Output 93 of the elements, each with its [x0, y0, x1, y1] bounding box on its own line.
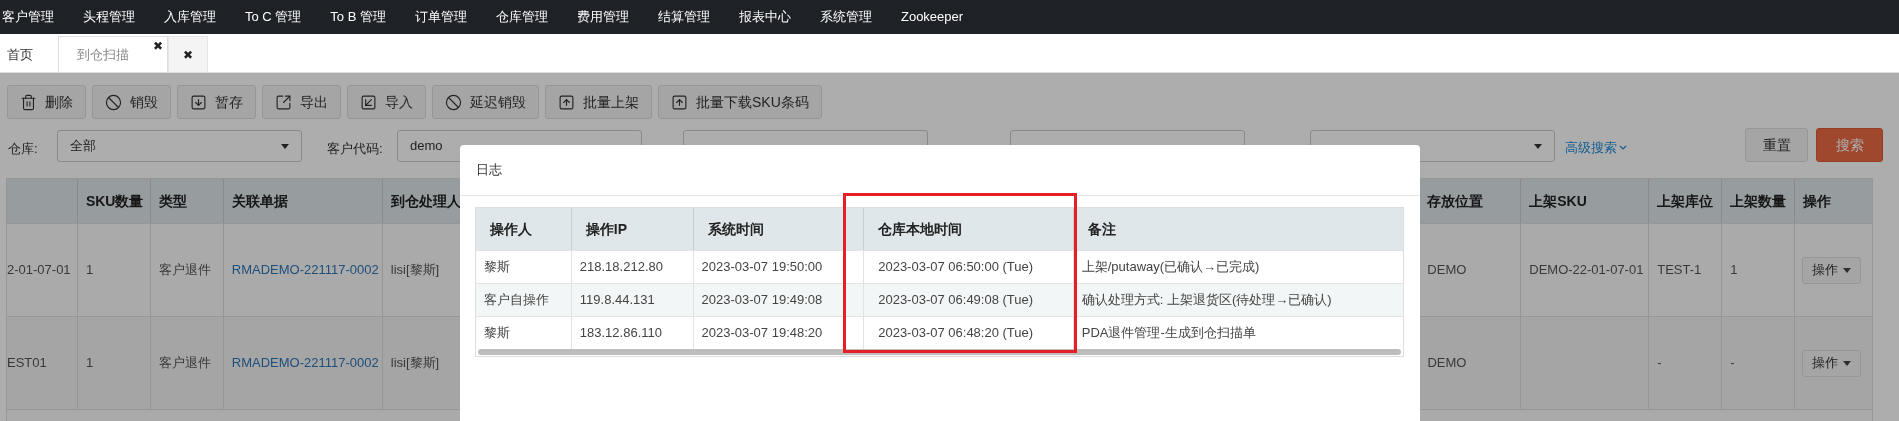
column-header: 到仓处理人: [390, 191, 461, 211]
table-cell-text: DEMO: [1427, 354, 1467, 373]
toolbar-button[interactable]: 删除: [7, 85, 86, 119]
chevron-icon: [1619, 144, 1627, 151]
nav-item[interactable]: 报表中心: [738, 7, 791, 27]
tab-label: 首页: [7, 45, 33, 64]
table-cell-text: 1: [85, 354, 94, 373]
close-icon[interactable]: ✖: [153, 40, 163, 52]
column-header: 操作人: [490, 219, 532, 239]
table-cell-text: 客户退件: [158, 354, 211, 373]
table-cell-text: 2023-03-07 06:50:00 (Tue): [878, 258, 1034, 277]
close-icon[interactable]: ✖: [183, 48, 193, 61]
toolbar-button[interactable]: 批量下载SKU条码: [658, 85, 822, 119]
caret-icon: [281, 143, 289, 149]
nav-item[interactable]: 费用管理: [576, 7, 629, 27]
table-cell-text: 183.12.86.110: [579, 324, 662, 343]
table-cell-text: 客户退件: [158, 261, 211, 280]
tab-label: 到仓扫描: [77, 45, 129, 64]
table-cell-text: 2023-03-07 19:48:20: [701, 324, 823, 343]
table-cell-text: 2023-03-07 06:48:20 (Tue): [878, 324, 1034, 343]
table-cell-text: 上架/putaway(已确认→已完成): [1081, 258, 1260, 277]
export-icon: [275, 93, 292, 111]
nav-item[interactable]: 客户管理: [2, 7, 54, 27]
table-cell-text: 黎斯: [484, 258, 510, 277]
toolbar-button[interactable]: 延迟销毁: [432, 85, 539, 119]
table-cell-text: 1: [1730, 261, 1738, 280]
table-cell-text: EST01: [7, 354, 47, 373]
column-header: 存放位置: [1427, 191, 1484, 211]
table-cell-text: 218.18.212.80: [579, 258, 663, 277]
field-label: 客户代码:: [327, 140, 383, 158]
toolbar-button[interactable]: 暂存: [177, 85, 256, 119]
order-link[interactable]: RMADEMO-221117-0002: [231, 353, 379, 373]
trash-icon: [20, 93, 37, 111]
column-header: 关联单据: [231, 191, 288, 211]
table-cell-text: 客户自操作: [484, 291, 549, 310]
action-dropdown-button[interactable]: 操作: [1802, 256, 1862, 284]
upload-icon: [558, 93, 575, 111]
toolbar-button[interactable]: 批量上架: [545, 85, 652, 119]
caret-icon: [1843, 360, 1852, 366]
warehouse-select[interactable]: 全部: [57, 130, 302, 162]
reset-button[interactable]: 重置: [1745, 128, 1808, 162]
toolbar-button[interactable]: 销毁: [92, 85, 171, 119]
table-cell-text: lisi[黎斯]: [390, 261, 440, 280]
table-cell-text: -: [1730, 354, 1735, 373]
column-header: 备注: [1087, 219, 1116, 239]
column-header: 操作IP: [585, 219, 628, 239]
action-dropdown-button[interactable]: 操作: [1802, 349, 1862, 377]
column-header: 系统时间: [707, 219, 764, 239]
nav-item[interactable]: 入库管理: [164, 7, 216, 27]
dialog-title: 日志: [476, 161, 502, 180]
table-cell-text: PDA退件管理-生成到仓扫描单: [1081, 324, 1256, 343]
order-link[interactable]: RMADEMO-221117-0002: [231, 260, 379, 280]
nav-item[interactable]: 系统管理: [819, 7, 872, 27]
column-header: SKU数量: [85, 191, 144, 211]
table-cell-text: 2023-03-07 19:50:00: [701, 258, 823, 277]
scrollbar[interactable]: [478, 349, 1401, 355]
table-cell-text: 2023-03-07 19:49:08: [701, 291, 823, 310]
table-cell-text: 1: [85, 261, 94, 280]
page-tab[interactable]: ✖: [168, 36, 208, 72]
column-header: 上架SKU: [1529, 191, 1587, 211]
upload-icon: [671, 93, 688, 111]
table-cell-text: DEMO-22-01-07-01: [1529, 261, 1644, 280]
table-cell-text: 119.8.44.131: [579, 291, 655, 310]
nav-item[interactable]: Zookeeper: [900, 7, 964, 27]
table-cell-text: 2023-03-07 06:49:08 (Tue): [878, 291, 1034, 310]
table-cell-text: DEMO: [1427, 261, 1467, 280]
column-header: 仓库本地时间: [878, 219, 963, 239]
toolbar-button[interactable]: 导出: [262, 85, 341, 119]
toolbar-button[interactable]: 导入: [347, 85, 426, 119]
field-label: 仓库:: [8, 140, 38, 158]
table-cell-text: lisi[黎斯]: [390, 354, 440, 373]
table-cell-text: 2-01-07-01: [7, 261, 71, 280]
ban-icon: [105, 93, 122, 111]
table-cell-text: -: [1657, 354, 1662, 373]
import-icon: [360, 93, 377, 111]
page-tab[interactable]: 到仓扫描 ✖: [58, 36, 168, 72]
nav-item[interactable]: To B 管理: [330, 7, 386, 27]
nav-item[interactable]: 仓库管理: [495, 7, 548, 27]
caret-icon: [1534, 143, 1542, 149]
caret-icon: [1843, 267, 1852, 273]
column-header: 上架库位: [1657, 191, 1714, 211]
nav-item[interactable]: 订单管理: [414, 7, 467, 27]
ban-icon: [445, 93, 462, 111]
nav-item[interactable]: To C 管理: [245, 7, 302, 27]
table-cell-text: 确认处理方式: 上架退货区(待处理→已确认): [1081, 291, 1332, 310]
download-icon: [190, 93, 207, 111]
column-header: 操作: [1803, 191, 1832, 211]
table-cell-text: 黎斯: [484, 324, 510, 343]
nav-item[interactable]: 头程管理: [83, 7, 135, 27]
column-header: 类型: [158, 191, 187, 211]
table-cell-text: TEST-1: [1657, 261, 1702, 280]
column-header: 上架数量: [1730, 191, 1787, 211]
nav-item[interactable]: 结算管理: [657, 7, 710, 27]
